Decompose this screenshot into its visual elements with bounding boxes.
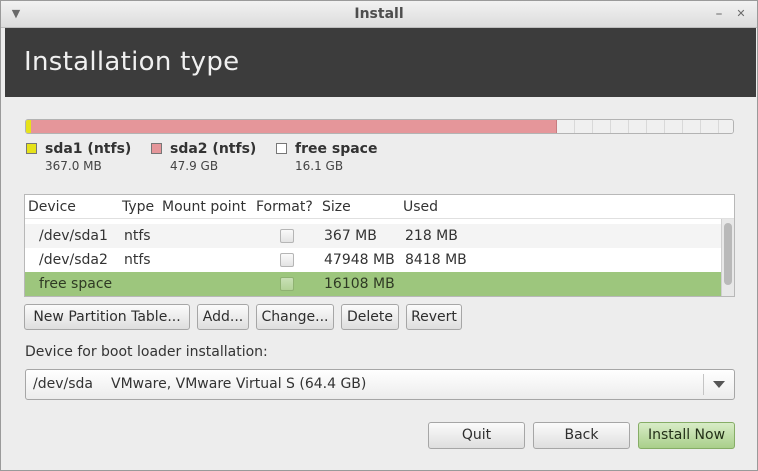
legend-swatch-sda2 [151, 143, 162, 154]
new-partition-table-button[interactable]: New Partition Table... [24, 304, 190, 330]
bootloader-device-select[interactable]: /dev/sda VMware, VMware Virtual S (64.4 … [25, 369, 735, 400]
format-checkbox[interactable] [280, 277, 294, 291]
legend-name: sda1 (ntfs) [45, 141, 132, 157]
minimize-icon[interactable]: ⎯ [712, 7, 726, 21]
change-partition-button[interactable]: Change... [256, 304, 334, 330]
revert-button[interactable]: Revert [406, 304, 462, 330]
legend-swatch-free-space [276, 143, 287, 154]
column-header-format[interactable]: Format? [256, 199, 313, 215]
dropdown-arrow-icon[interactable] [713, 381, 725, 388]
installer-window: ▼ Install ⎯ ✕ Installation type sda1 (nt… [0, 0, 758, 471]
back-button[interactable]: Back [533, 422, 630, 449]
bootloader-description: VMware, VMware Virtual S (64.4 GB) [111, 376, 367, 392]
legend-size: 47.9 GB [170, 159, 219, 173]
format-checkbox[interactable] [280, 229, 294, 243]
cell-size: 47948 MB [324, 252, 395, 268]
legend-name: sda2 (ntfs) [170, 141, 257, 157]
table-row[interactable]: /dev/sda1 ntfs 367 MB 218 MB [25, 224, 722, 248]
combo-separator [703, 374, 704, 395]
delete-partition-button[interactable]: Delete [341, 304, 399, 330]
title-bar[interactable]: ▼ Install ⎯ ✕ [1, 1, 757, 28]
partition-table: Device Type Mount point Format? Size Use… [24, 194, 735, 297]
column-header-size[interactable]: Size [322, 199, 351, 215]
cell-used: 218 MB [405, 228, 458, 244]
window-title: Install [354, 6, 404, 22]
install-now-button[interactable]: Install Now [638, 422, 735, 449]
add-partition-button[interactable]: Add... [197, 304, 249, 330]
column-header-type[interactable]: Type [122, 199, 154, 215]
cell-size: 16108 MB [324, 276, 395, 292]
column-header-mount-point[interactable]: Mount point [162, 199, 246, 215]
cell-type: ntfs [124, 252, 151, 268]
partition-segment-3 [557, 120, 733, 133]
table-header: Device Type Mount point Format? Size Use… [25, 195, 734, 219]
legend-size: 16.1 GB [295, 159, 344, 173]
page-header: Installation type [5, 28, 756, 97]
column-header-used[interactable]: Used [403, 199, 438, 215]
cell-device: /dev/sda1 [39, 228, 108, 244]
close-icon[interactable]: ✕ [734, 7, 748, 21]
cell-device: free space [39, 276, 113, 292]
scrollbar-thumb[interactable] [724, 223, 732, 285]
legend-size: 367.0 MB [45, 159, 102, 173]
table-row-selected[interactable]: free space 16108 MB [25, 272, 722, 296]
column-header-device[interactable]: Device [28, 199, 76, 215]
cell-type: ntfs [124, 228, 151, 244]
quit-button[interactable]: Quit [428, 422, 525, 449]
bootloader-label: Device for boot loader installation: [25, 344, 268, 360]
table-row[interactable]: /dev/sda2 ntfs 47948 MB 8418 MB [25, 248, 722, 272]
legend-name: free space [295, 141, 378, 157]
format-checkbox[interactable] [280, 253, 294, 267]
legend-swatch-sda1 [26, 143, 37, 154]
cell-device: /dev/sda2 [39, 252, 108, 268]
table-scrollbar[interactable] [721, 219, 734, 296]
page-title: Installation type [24, 47, 240, 77]
bootloader-device: /dev/sda [33, 376, 93, 392]
cell-used: 8418 MB [405, 252, 467, 268]
cell-size: 367 MB [324, 228, 377, 244]
partition-segment-2 [31, 120, 557, 133]
partition-bar [25, 119, 734, 134]
